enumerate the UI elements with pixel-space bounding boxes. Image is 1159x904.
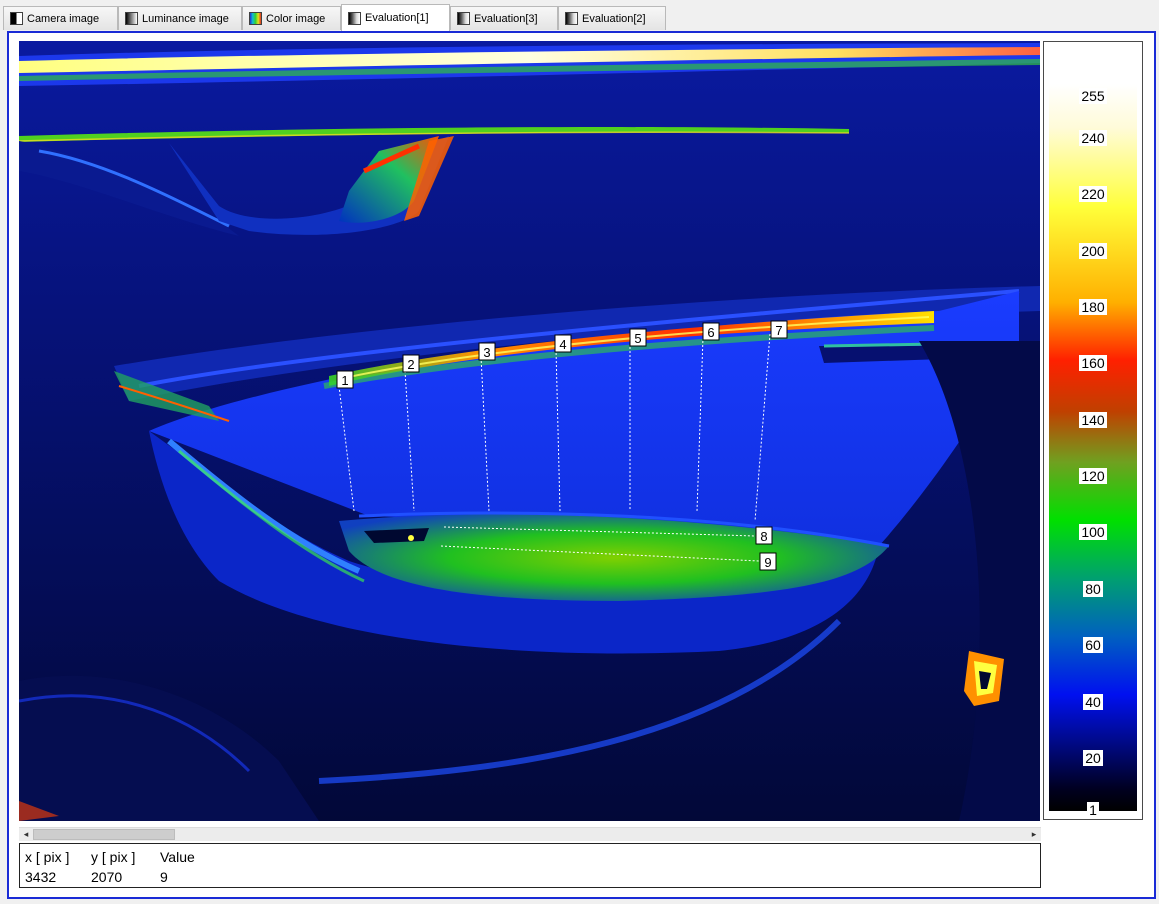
x-header: x [ pix ] — [25, 849, 70, 865]
scale-tick: 160 — [1079, 355, 1107, 371]
tab-evaluation-1[interactable]: Evaluation[1] — [341, 4, 450, 31]
evaluation-icon — [457, 12, 470, 25]
marker-1: 1 — [336, 370, 354, 389]
scale-tick: 120 — [1079, 468, 1107, 484]
tab-label: Luminance image — [142, 12, 229, 25]
scale-tick: 1 — [1087, 802, 1099, 818]
y-value: 2070 — [91, 869, 123, 885]
svg-text:7: 7 — [775, 323, 782, 338]
marker-5: 5 — [629, 328, 647, 347]
scale-tick: 220 — [1079, 186, 1107, 202]
color-image-icon — [249, 12, 262, 25]
luminance-image-icon — [125, 12, 138, 25]
svg-text:2: 2 — [407, 357, 414, 372]
tab-evaluation-2[interactable]: Evaluation[2] — [558, 6, 666, 30]
tab-label: Evaluation[2] — [582, 12, 646, 25]
svg-text:1: 1 — [341, 373, 348, 388]
tab-label: Evaluation[3] — [474, 12, 538, 25]
scale-tick: 240 — [1079, 130, 1107, 146]
svg-text:3: 3 — [483, 345, 490, 360]
heatmap-image-view[interactable]: 1 2 3 4 5 6 7 8 9 — [19, 41, 1040, 821]
scale-tick: 200 — [1079, 243, 1107, 259]
marker-9: 9 — [759, 552, 777, 571]
scrollbar-thumb[interactable] — [33, 829, 175, 840]
horizontal-scrollbar[interactable]: ◂ ▸ — [19, 827, 1041, 841]
marker-3: 3 — [478, 342, 496, 361]
x-value: 3432 — [25, 869, 57, 885]
scale-tick: 255 — [1079, 88, 1107, 104]
tab-label: Evaluation[1] — [365, 12, 429, 24]
tab-label: Camera image — [27, 12, 100, 25]
tab-label: Color image — [266, 12, 326, 25]
tab-bar: Camera image Luminance image Color image… — [0, 0, 1159, 31]
svg-text:8: 8 — [760, 529, 767, 544]
pixel-info-table: x [ pix ] y [ pix ] Value 3432 2070 9 — [19, 843, 1041, 888]
tab-evaluation-3[interactable]: Evaluation[3] — [450, 6, 558, 30]
evaluation-icon — [348, 11, 361, 25]
scale-tick: 140 — [1079, 412, 1107, 428]
svg-text:4: 4 — [559, 337, 566, 352]
svg-text:5: 5 — [634, 331, 641, 346]
marker-6: 6 — [702, 322, 720, 341]
scale-tick: 180 — [1079, 299, 1107, 315]
value-header: Value — [160, 849, 195, 865]
marker-4: 4 — [554, 334, 572, 353]
color-scale: 255 240 220 200 180 160 140 120 100 80 6… — [1043, 41, 1143, 820]
tab-camera-image[interactable]: Camera image — [3, 6, 118, 30]
scroll-left-icon[interactable]: ◂ — [19, 828, 33, 841]
camera-image-icon — [10, 12, 23, 25]
tab-color-image[interactable]: Color image — [242, 6, 341, 30]
scroll-right-icon[interactable]: ▸ — [1027, 828, 1041, 841]
tab-luminance-image[interactable]: Luminance image — [118, 6, 242, 30]
scale-tick: 80 — [1083, 581, 1103, 597]
svg-text:6: 6 — [707, 325, 714, 340]
marker-7: 7 — [770, 320, 788, 339]
marker-2: 2 — [402, 354, 420, 373]
scale-tick: 40 — [1083, 694, 1103, 710]
false-color-heatmap: 1 2 3 4 5 6 7 8 9 — [19, 41, 1040, 821]
pixel-value: 9 — [160, 869, 168, 885]
evaluation-icon — [565, 12, 578, 25]
svg-text:9: 9 — [764, 555, 771, 570]
marker-8: 8 — [755, 526, 773, 545]
scale-tick: 100 — [1079, 524, 1107, 540]
scale-tick: 20 — [1083, 750, 1103, 766]
scale-tick: 60 — [1083, 637, 1103, 653]
y-header: y [ pix ] — [91, 849, 136, 865]
